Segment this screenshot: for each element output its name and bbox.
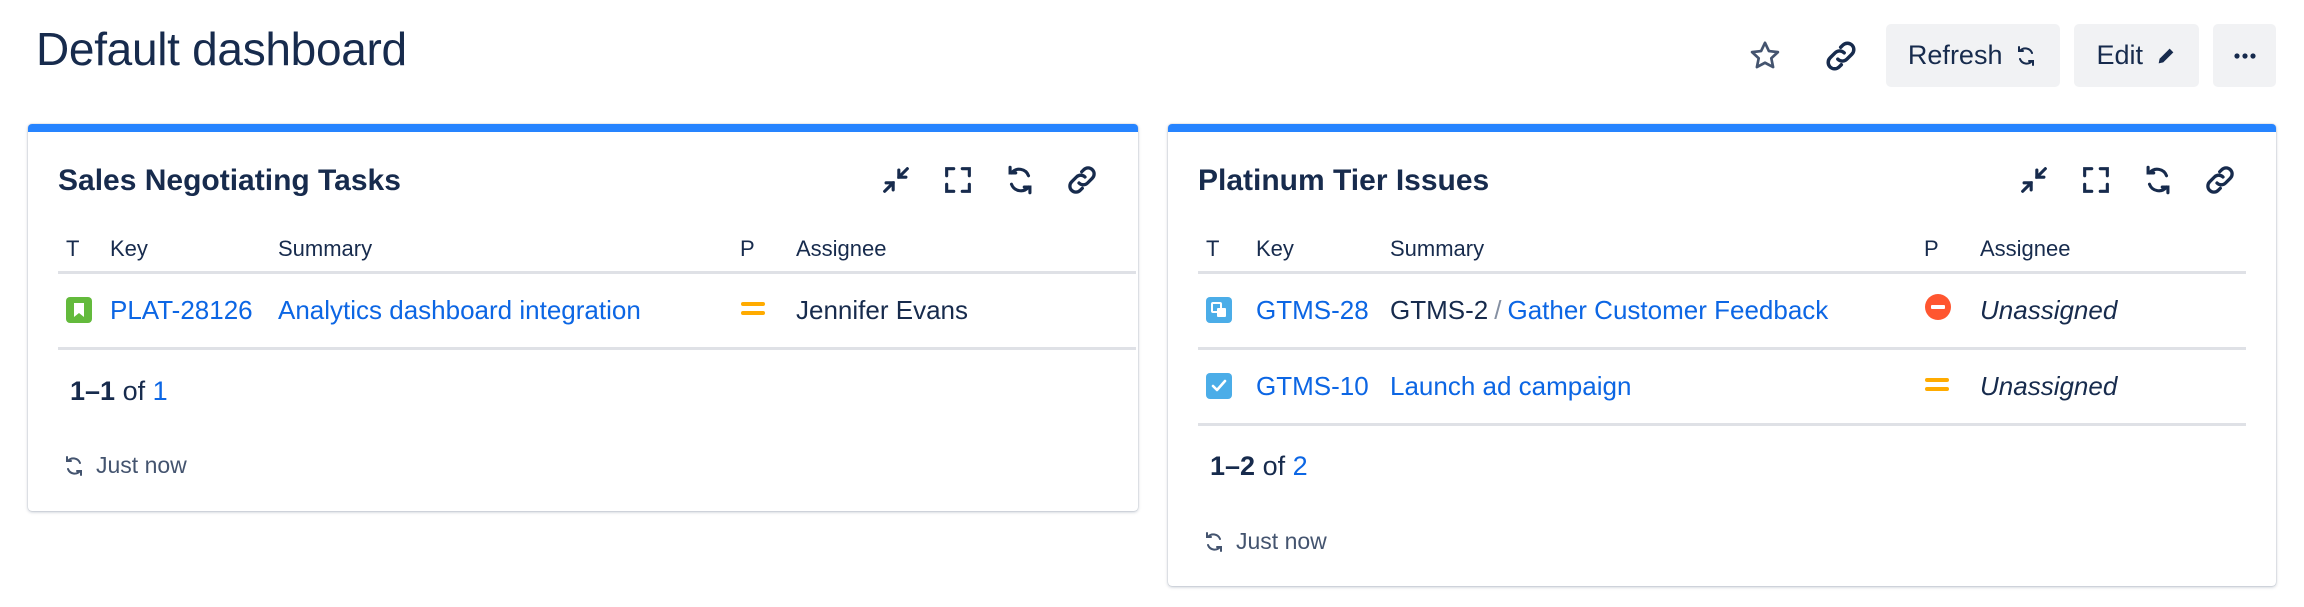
column-header-key[interactable]: Key [102, 232, 270, 274]
gadget-platinum-tier-issues: Platinum Tier Issues T Key Summary P Ass… [1168, 124, 2276, 586]
gadget-refresh-button[interactable] [1000, 160, 1040, 200]
minimize-button[interactable] [876, 160, 916, 200]
pagination: 1–1 of 1 [70, 376, 168, 407]
assignee-cell: Unassigned [1972, 272, 2246, 350]
issue-key-link[interactable]: PLAT-28126 [110, 295, 253, 325]
column-header-assignee[interactable]: Assignee [1972, 232, 2246, 274]
column-header-priority[interactable]: P [1916, 232, 1972, 274]
issue-key-link[interactable]: GTMS-28 [1256, 295, 1369, 325]
last-updated: Just now [1202, 528, 1327, 555]
last-updated-text: Just now [96, 452, 187, 478]
gadget-link-button[interactable] [2200, 160, 2240, 200]
refresh-button[interactable]: Refresh [1885, 24, 2061, 87]
last-updated: Just now [62, 452, 187, 479]
column-header-priority[interactable]: P [732, 232, 788, 274]
pencil-icon [2158, 48, 2174, 63]
dashboard-page: Default dashboard Refresh Edit Sales Neg… [0, 0, 2304, 607]
minimize-icon [2021, 167, 2047, 193]
parent-issue-key[interactable]: GTMS-2 [1390, 295, 1488, 325]
gadget-accent-bar [1168, 124, 2276, 132]
maximize-button[interactable] [2076, 160, 2116, 200]
priority-medium-icon [741, 301, 765, 315]
issue-summary-link[interactable]: Analytics dashboard integration [278, 295, 641, 325]
link-icon [1068, 166, 1096, 194]
pagination-range: 1–1 [70, 376, 116, 406]
assignee-cell: Unassigned [1972, 348, 2246, 426]
maximize-icon [945, 167, 971, 193]
gadget-refresh-button[interactable] [2138, 160, 2178, 200]
issues-table: T Key Summary P Assignee PLAT-28126 Anal… [58, 232, 1136, 350]
star-button[interactable] [1734, 25, 1796, 87]
pagination-total-link[interactable]: 1 [153, 376, 168, 406]
table-row: GTMS-28 GTMS-2/Gather Customer Feedback … [1198, 272, 2246, 350]
more-icon [2233, 52, 2256, 59]
star-icon [1750, 40, 1780, 68]
link-icon [1826, 41, 1856, 70]
link-icon [2206, 166, 2234, 194]
gadget-link-button[interactable] [1062, 160, 1102, 200]
edit-label: Edit [2096, 40, 2143, 70]
gadget-tools [2014, 160, 2240, 200]
subtask-icon [1206, 297, 1232, 323]
copy-link-button[interactable] [1810, 25, 1872, 87]
column-header-summary[interactable]: Summary [270, 232, 732, 274]
header-actions: Refresh Edit [1734, 24, 2276, 87]
issues-table: T Key Summary P Assignee GTMS-28 GTMS-2 … [1198, 232, 2246, 426]
maximize-button[interactable] [938, 160, 978, 200]
priority-blocker-icon [1925, 293, 1951, 320]
gadget-title: Platinum Tier Issues [1198, 164, 1490, 197]
refresh-icon [66, 455, 82, 476]
edit-button[interactable]: Edit [2074, 24, 2199, 87]
column-header-summary[interactable]: Summary [1382, 232, 1916, 274]
pagination: 1–2 of 2 [1210, 451, 1308, 482]
table-header-row: T Key Summary P Assignee [58, 232, 1136, 274]
assignee-cell: Jennifer Evans [788, 272, 1136, 350]
column-header-type[interactable]: T [58, 232, 102, 274]
column-header-assignee[interactable]: Assignee [788, 232, 1136, 274]
minimize-button[interactable] [2014, 160, 2054, 200]
issue-key-link[interactable]: GTMS-10 [1256, 371, 1369, 401]
task-icon [1206, 373, 1232, 399]
issue-summary-link[interactable]: Launch ad campaign [1390, 371, 1631, 401]
refresh-label: Refresh [1907, 40, 2003, 70]
parent-separator: / [1494, 294, 1502, 325]
issue-summary-link[interactable]: Gather Customer Feedback [1507, 295, 1828, 325]
priority-medium-icon [1925, 377, 1949, 391]
story-icon [66, 297, 92, 323]
pagination-of: of [122, 376, 146, 406]
refresh-icon [1206, 531, 1222, 552]
last-updated-text: Just now [1236, 528, 1327, 554]
gadget-sales-negotiating-tasks: Sales Negotiating Tasks T Key Summary P … [28, 124, 1138, 511]
pagination-total-link[interactable]: 2 [1293, 451, 1308, 481]
gadget-tools [876, 160, 1102, 200]
more-actions-button[interactable] [2213, 24, 2276, 87]
pagination-range: 1–2 [1210, 451, 1256, 481]
maximize-icon [2083, 167, 2109, 193]
column-header-type[interactable]: T [1198, 232, 1248, 274]
gadget-title: Sales Negotiating Tasks [58, 164, 401, 197]
refresh-icon [1008, 165, 1032, 195]
pagination-of: of [1262, 451, 1286, 481]
page-title: Default dashboard [36, 23, 407, 75]
refresh-icon [2146, 165, 2170, 195]
minimize-icon [883, 167, 909, 193]
gadget-accent-bar [28, 124, 1138, 132]
refresh-icon [2018, 45, 2035, 66]
column-header-key[interactable]: Key [1248, 232, 1382, 274]
table-row: GTMS-10 Launch ad campaign Unassigned [1198, 348, 2246, 426]
table-row: PLAT-28126 Analytics dashboard integrati… [58, 272, 1136, 350]
table-header-row: T Key Summary P Assignee [1198, 232, 2246, 274]
